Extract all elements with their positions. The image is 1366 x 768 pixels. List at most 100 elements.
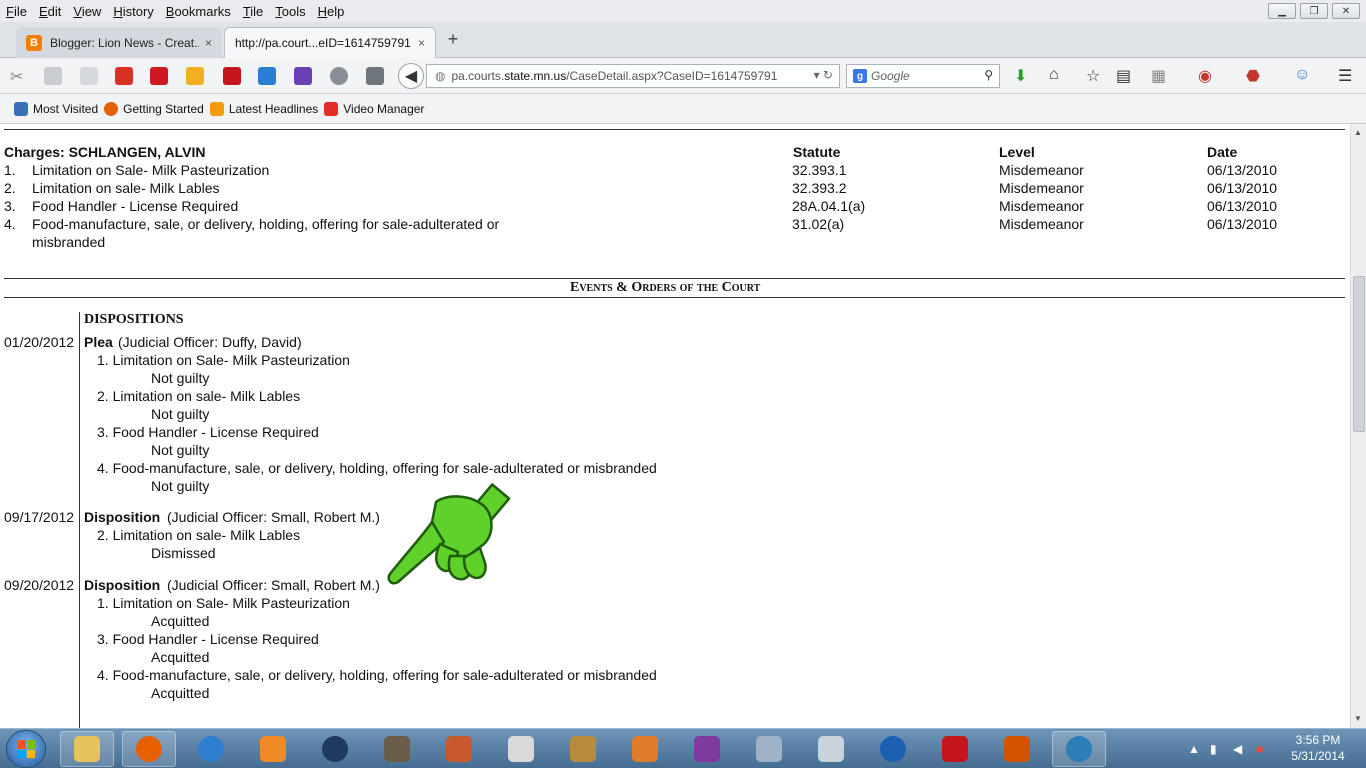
picasa-icon[interactable] [186, 67, 204, 85]
tray-expand-icon[interactable]: ▲ [1188, 742, 1200, 756]
gmail-icon[interactable] [115, 67, 133, 85]
charge-date: 06/13/2010 [1207, 162, 1278, 178]
copy-icon[interactable] [44, 67, 62, 85]
addon-badge-icon[interactable]: ◉ [1198, 66, 1212, 86]
bookmark-video-manager[interactable]: Video Manager [324, 101, 424, 116]
taskbar-explorer[interactable] [60, 731, 114, 767]
settings-gear-icon[interactable] [330, 67, 348, 85]
security-alert-icon[interactable]: ■ [1256, 742, 1263, 756]
home-icon[interactable]: ⌂ [1049, 66, 1059, 84]
paste-icon[interactable] [80, 67, 98, 85]
tab-court-case[interactable]: http://pa.court...eID=1614759791 × [224, 27, 436, 58]
vertical-scrollbar[interactable]: ▲ ▼ [1350, 124, 1366, 728]
taskbar-app-4[interactable] [1052, 731, 1106, 767]
charge-statute: 31.02(a) [792, 216, 845, 232]
cut-icon[interactable]: ✂ [10, 67, 28, 86]
charge-description: Limitation on sale- Milk Lables [32, 180, 220, 196]
firefox-icon [136, 736, 162, 762]
scroll-down-icon[interactable]: ▼ [1354, 714, 1362, 723]
reload-icon[interactable]: ▾ ↻ [814, 68, 833, 82]
taskbar-thunderbird[interactable] [184, 731, 238, 767]
menu-view[interactable]: View [67, 4, 107, 19]
taskbar-media[interactable] [246, 731, 300, 767]
taskbar-gimp[interactable] [370, 731, 424, 767]
calculator-icon [818, 736, 844, 762]
scroll-up-icon[interactable]: ▲ [1354, 128, 1362, 137]
reader-icon[interactable]: ▤ [1116, 66, 1131, 86]
acrobat-icon[interactable] [223, 67, 241, 85]
bookmark-most-visited[interactable]: Most Visited [14, 101, 99, 116]
tile-grid-icon[interactable]: ▦ [1151, 66, 1166, 86]
bookmark-label: Getting Started [123, 101, 204, 116]
menu-bookmarks[interactable]: Bookmarks [160, 4, 237, 19]
taskbar-acrobat[interactable] [928, 731, 982, 767]
event-charge: 2. Limitation on sale- Milk Lables [97, 388, 301, 404]
taskbar-scanner[interactable] [742, 731, 796, 767]
tab-blogger[interactable]: B Blogger: Lion News - Creat... × [16, 27, 222, 58]
back-button[interactable]: ◀ [398, 63, 424, 89]
menu-file[interactable]: File [0, 4, 33, 19]
bookmark-star-icon[interactable]: ☆ [1086, 66, 1100, 86]
event-date: 01/20/2012 [4, 334, 75, 350]
charge-date: 06/13/2010 [1207, 216, 1278, 232]
close-window-icon[interactable]: ✕ [1332, 3, 1360, 19]
taskbar-hp[interactable] [308, 731, 362, 767]
menu-bar: File Edit View History Bookmarks Tile To… [0, 0, 1366, 22]
site-identity-icon[interactable]: ◍ [435, 69, 445, 83]
timeline-divider [79, 312, 80, 728]
minimize-icon[interactable]: ▁ [1268, 3, 1296, 19]
account-icon[interactable]: ☺ [1294, 66, 1310, 84]
event-type: Disposition [84, 509, 161, 525]
event-result: Not guilty [151, 478, 210, 494]
search-icon[interactable]: ⚲ [984, 68, 993, 82]
windows-logo-icon [17, 740, 35, 758]
page-content: Charges: SCHLANGEN, ALVIN Statute Level … [0, 124, 1350, 728]
bookmark-latest-headlines[interactable]: Latest Headlines [209, 101, 318, 116]
google-engine-icon[interactable]: g [853, 69, 867, 83]
addon-icon[interactable] [366, 67, 384, 85]
url-bar[interactable]: ◍ pa.courts. state.mn.us/CaseDetail.aspx?… [426, 64, 840, 88]
menu-history[interactable]: History [107, 4, 159, 19]
youtube-icon[interactable] [150, 67, 168, 85]
divider [4, 297, 1345, 298]
adblock-icon[interactable]: ⬣ [1246, 66, 1260, 86]
scrollbar-thumb[interactable] [1353, 276, 1365, 432]
event-type: Disposition [84, 577, 161, 593]
taskbar-snipping[interactable] [494, 731, 548, 767]
network-icon[interactable]: ▮ [1210, 742, 1217, 756]
bookmark-label: Most Visited [33, 101, 99, 116]
charge-description: Food-manufacture, sale, or delivery, hol… [32, 216, 500, 232]
camera-icon[interactable] [258, 67, 276, 85]
event-date: 09/20/2012 [4, 577, 75, 593]
system-clock[interactable]: 3:56 PM 5/31/2014 [1283, 732, 1353, 764]
hamburger-menu-icon[interactable]: ☰ [1338, 66, 1352, 86]
close-tab-icon[interactable]: × [418, 36, 425, 50]
taskbar-malwarebytes[interactable] [866, 731, 920, 767]
mail-icon [198, 736, 224, 762]
close-tab-icon[interactable]: × [205, 36, 212, 50]
download-icon[interactable]: ⬇ [1014, 66, 1027, 86]
taskbar-books[interactable] [556, 731, 610, 767]
menu-tile[interactable]: Tile [237, 4, 269, 19]
menu-edit[interactable]: Edit [33, 4, 67, 19]
volume-icon[interactable]: ◀ [1233, 742, 1242, 756]
taskbar-calculator[interactable] [804, 731, 858, 767]
start-button[interactable] [6, 730, 46, 768]
firefox-icon [104, 101, 119, 116]
section-title-events: Events & Orders of the Court [570, 280, 761, 295]
taskbar-winrar[interactable] [680, 731, 734, 767]
taskbar-app-3[interactable] [990, 731, 1044, 767]
menu-help[interactable]: Help [312, 4, 351, 19]
new-tab-button[interactable]: + [444, 28, 462, 50]
taskbar-app-2[interactable] [618, 731, 672, 767]
event-charge: 4. Food-manufacture, sale, or delivery, … [97, 460, 657, 476]
tab-bar: B Blogger: Lion News - Creat... × http:/… [0, 22, 1366, 58]
notes-icon[interactable] [294, 67, 312, 85]
taskbar-firefox[interactable] [122, 731, 176, 767]
menu-tools[interactable]: Tools [269, 4, 311, 19]
restore-icon[interactable]: ❐ [1300, 3, 1328, 19]
search-bar[interactable]: g Google ⚲ [846, 64, 1000, 88]
charge-statute: 32.393.2 [792, 180, 847, 196]
bookmark-getting-started[interactable]: Getting Started [104, 101, 204, 116]
taskbar-app-1[interactable] [432, 731, 486, 767]
